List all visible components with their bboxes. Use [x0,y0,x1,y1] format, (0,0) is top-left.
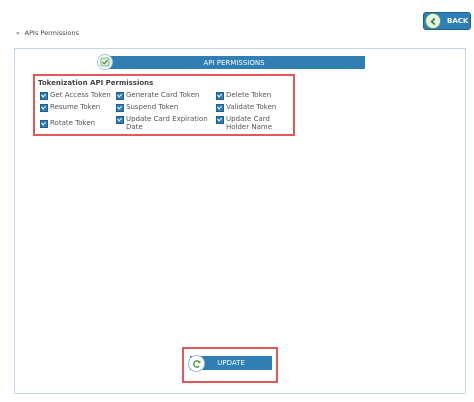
permission-delete-token[interactable]: Delete Token [216,91,271,100]
permission-label: Get Access Token [50,91,111,99]
permissions-icon [97,54,113,70]
back-button-label: BACK [447,17,469,25]
section-header: API PERMISSIONS [103,56,365,69]
permission-label: Delete Token [226,91,272,99]
permission-label: Rotate Token [50,119,96,127]
checkbox[interactable] [116,92,124,100]
section-title: API PERMISSIONS [203,58,265,67]
refresh-icon[interactable] [188,355,205,372]
checkbox[interactable] [116,104,124,112]
permissions-group-title: Tokenization API Permissions [38,79,154,87]
permission-update-card-holder-name[interactable]: Update Card Holder Name [216,115,292,131]
permission-label: Update Card Expiration Date [126,115,208,131]
permission-validate-token[interactable]: Validate Token [216,103,276,112]
breadcrumb-arrow-icon: » [16,29,20,37]
back-button[interactable]: BACK [423,12,471,30]
back-arrow-icon [425,13,441,29]
permission-generate-card-token[interactable]: Generate Card Token [116,91,199,100]
checkbox[interactable] [40,92,48,100]
permission-rotate-token[interactable]: Rotate Token [40,119,95,128]
permission-label: Update Card Holder Name [226,115,272,131]
permission-label: Suspend Token [126,103,179,111]
checkbox[interactable] [40,120,48,128]
checkbox[interactable] [216,116,224,124]
checkbox[interactable] [216,92,224,100]
update-button-label: UPDATE [217,359,245,367]
breadcrumb-current: APIs Permissions [24,29,79,37]
permission-update-card-expiration-date[interactable]: Update Card Expiration Date [116,115,212,131]
permission-label: Validate Token [226,103,277,111]
checkbox[interactable] [216,104,224,112]
permission-label: Resume Token [50,103,101,111]
breadcrumb: » APIs Permissions [16,29,79,37]
checkbox[interactable] [40,104,48,112]
permission-suspend-token[interactable]: Suspend Token [116,103,178,112]
checkbox[interactable] [116,116,124,124]
permission-resume-token[interactable]: Resume Token [40,103,100,112]
permission-get-access-token[interactable]: Get Access Token [40,91,111,100]
permission-label: Generate Card Token [126,91,200,99]
